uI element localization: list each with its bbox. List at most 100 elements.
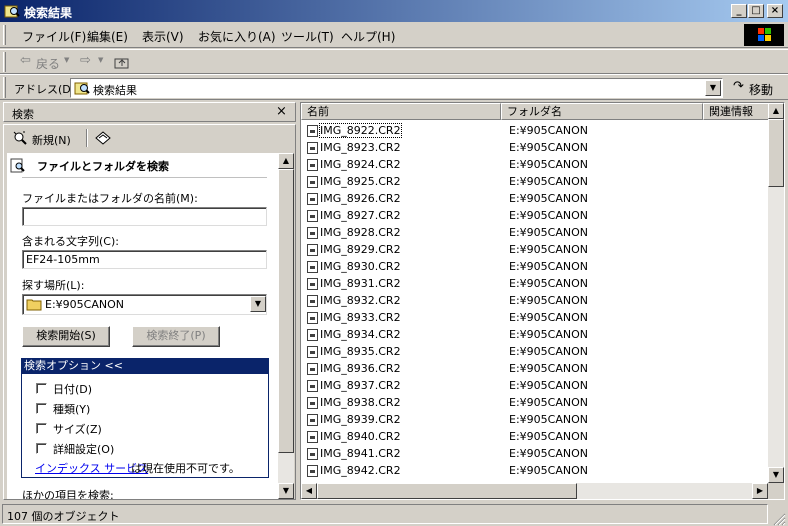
scroll-up-button[interactable]: ▲ (768, 103, 784, 119)
back-button[interactable]: ⇦ 戻る ▼ (14, 53, 74, 71)
file-name: IMG_8942.CR2 (320, 464, 401, 477)
new-search-button[interactable]: 新規(N) (12, 128, 76, 148)
location-label: 探す場所(L): (22, 279, 85, 292)
column-name[interactable]: 名前 (301, 103, 501, 120)
toolbar-grip[interactable] (3, 52, 6, 72)
search-pane-header: 検索 × (3, 102, 296, 122)
folder-name: E:¥905CANON (509, 464, 588, 477)
column-related[interactable]: 関連情報 (703, 103, 769, 120)
table-row[interactable]: IMG_8929.CR2 E:¥905CANON (305, 241, 765, 258)
file-icon (307, 125, 318, 137)
table-row[interactable]: IMG_8924.CR2 E:¥905CANON (305, 156, 765, 173)
type-checkbox[interactable] (36, 403, 47, 414)
results-vscrollbar[interactable]: ▲ ▼ (768, 103, 784, 483)
close-button[interactable]: × (767, 4, 783, 18)
address-grip[interactable] (3, 77, 6, 98)
table-row[interactable]: IMG_8923.CR2 E:¥905CANON (305, 139, 765, 156)
menu-edit[interactable]: 編集(E) (87, 28, 128, 45)
status-text: 107 個のオブジェクト (2, 504, 768, 524)
scroll-up-button[interactable]: ▲ (278, 153, 294, 169)
go-button[interactable]: ↷ 移動 (729, 78, 785, 98)
advanced-label: 詳細設定(O) (53, 443, 115, 456)
title-bar: 検索結果 _ □ × (0, 0, 788, 22)
column-folder[interactable]: フォルダ名 (501, 103, 703, 120)
file-icon (307, 346, 318, 358)
file-name: IMG_8924.CR2 (320, 158, 401, 171)
back-label: 戻る (36, 57, 61, 71)
forward-button[interactable]: ⇨ ▼ (78, 53, 108, 70)
file-name: IMG_8938.CR2 (320, 396, 401, 409)
file-icon (307, 380, 318, 392)
file-icon (307, 142, 318, 154)
up-button[interactable] (113, 53, 131, 71)
close-icon[interactable]: × (276, 104, 287, 119)
table-row[interactable]: IMG_8940.CR2 E:¥905CANON (305, 428, 765, 445)
location-dropdown-button[interactable]: ▼ (250, 296, 266, 312)
hscroll-thumb[interactable] (317, 483, 577, 499)
chevron-left-icon: ◀ (305, 486, 313, 495)
name-label: ファイルまたはフォルダの名前(M): (22, 192, 198, 205)
advanced-checkbox[interactable] (36, 443, 47, 454)
maximize-icon: □ (751, 5, 761, 16)
search-pane-scrollbar[interactable]: ▲ ▼ (278, 153, 294, 499)
scroll-left-button[interactable]: ◀ (301, 483, 317, 499)
table-row[interactable]: IMG_8931.CR2 E:¥905CANON (305, 275, 765, 292)
menu-help[interactable]: ヘルプ(H) (341, 28, 395, 45)
table-row[interactable]: IMG_8936.CR2 E:¥905CANON (305, 360, 765, 377)
table-row[interactable]: IMG_8928.CR2 E:¥905CANON (305, 224, 765, 241)
name-input[interactable] (22, 207, 267, 226)
menu-view[interactable]: 表示(V) (142, 28, 184, 45)
table-row[interactable]: IMG_8935.CR2 E:¥905CANON (305, 343, 765, 360)
table-row[interactable]: IMG_8926.CR2 E:¥905CANON (305, 190, 765, 207)
file-icon (307, 431, 318, 443)
table-row[interactable]: IMG_8932.CR2 E:¥905CANON (305, 292, 765, 309)
scroll-thumb[interactable] (278, 169, 294, 453)
results-hscrollbar[interactable]: ◀ ▶ (301, 483, 768, 499)
table-row[interactable]: IMG_8938.CR2 E:¥905CANON (305, 394, 765, 411)
size-checkbox[interactable] (36, 423, 47, 434)
table-row[interactable]: IMG_8942.CR2 E:¥905CANON (305, 462, 765, 479)
table-row[interactable]: IMG_8927.CR2 E:¥905CANON (305, 207, 765, 224)
search-options-icon[interactable] (94, 130, 112, 146)
date-checkbox[interactable] (36, 383, 47, 394)
scroll-down-button[interactable]: ▼ (768, 467, 784, 483)
address-dropdown-button[interactable]: ▼ (705, 80, 721, 96)
folder-name: E:¥905CANON (509, 362, 588, 375)
status-bar: 107 個のオブジェクト (0, 502, 788, 526)
resize-grip-icon[interactable] (772, 512, 786, 526)
table-row[interactable]: IMG_8925.CR2 E:¥905CANON (305, 173, 765, 190)
location-select[interactable]: E:¥905CANON ▼ (22, 294, 267, 315)
maximize-button[interactable]: □ (748, 4, 764, 18)
menu-file[interactable]: ファイル(F) (22, 28, 86, 45)
table-row[interactable]: IMG_8922.CR2 E:¥905CANON (305, 122, 765, 139)
address-bar: アドレス(D) 検索結果 ▼ ↷ 移動 (0, 74, 788, 100)
text-input[interactable]: EF24-105mm (22, 250, 267, 269)
new-search-label: 新規(N) (32, 134, 71, 147)
start-search-button[interactable]: 検索開始(S) (22, 326, 110, 347)
forward-arrow-icon: ⇨ (80, 53, 91, 68)
file-icon (307, 329, 318, 341)
scroll-down-button[interactable]: ▼ (278, 483, 294, 499)
table-row[interactable]: IMG_8933.CR2 E:¥905CANON (305, 309, 765, 326)
file-name: IMG_8928.CR2 (320, 226, 401, 239)
folder-name: E:¥905CANON (509, 396, 588, 409)
table-row[interactable]: IMG_8934.CR2 E:¥905CANON (305, 326, 765, 343)
table-row[interactable]: IMG_8937.CR2 E:¥905CANON (305, 377, 765, 394)
close-icon: × (770, 5, 780, 16)
folder-name: E:¥905CANON (509, 379, 588, 392)
scroll-right-button[interactable]: ▶ (752, 483, 768, 499)
address-combo[interactable]: 検索結果 ▼ (70, 78, 723, 98)
stop-search-button[interactable]: 検索終了(P) (132, 326, 220, 347)
minimize-button[interactable]: _ (731, 4, 747, 18)
scroll-corner (768, 483, 784, 499)
menu-grip[interactable] (3, 25, 6, 45)
chevron-down-icon: ▼ (282, 486, 290, 495)
table-row[interactable]: IMG_8941.CR2 E:¥905CANON (305, 445, 765, 462)
table-row[interactable]: IMG_8930.CR2 E:¥905CANON (305, 258, 765, 275)
search-options-header[interactable]: 検索オプション << (22, 359, 268, 374)
file-name: IMG_8932.CR2 (320, 294, 401, 307)
table-row[interactable]: IMG_8939.CR2 E:¥905CANON (305, 411, 765, 428)
menu-tools[interactable]: ツール(T) (281, 28, 334, 45)
scroll-thumb[interactable] (768, 119, 784, 187)
menu-favorites[interactable]: お気に入り(A) (198, 28, 276, 45)
